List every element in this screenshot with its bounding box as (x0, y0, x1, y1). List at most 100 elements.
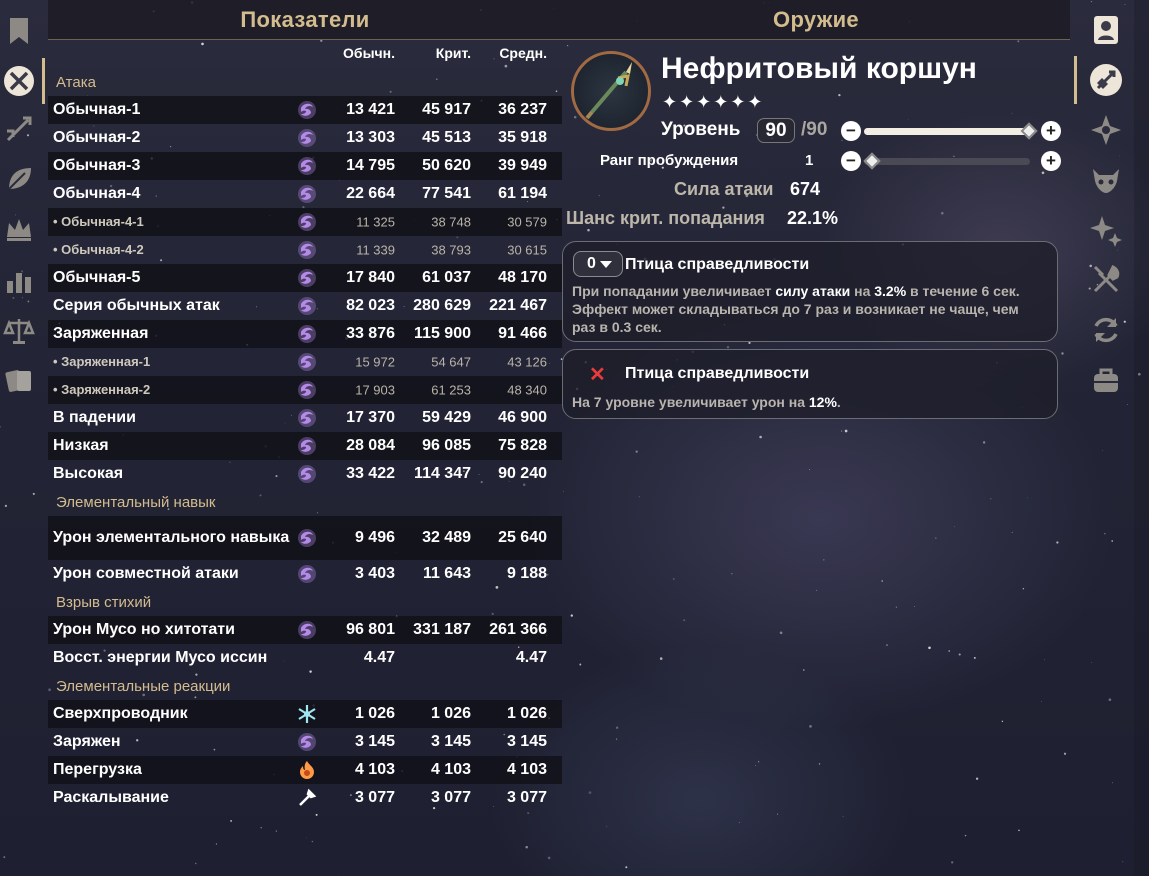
passive-effect-description-2: На 7 уровне увеличивает урон на 12%. (572, 393, 1042, 411)
description-text: на (850, 283, 875, 299)
crit-rate-value: 22.1% (787, 208, 839, 228)
stat-normal-value: 13 303 (346, 129, 395, 146)
demon-mask-icon[interactable] (1084, 158, 1128, 202)
stat-average-value: 1 026 (506, 705, 547, 722)
stat-normal-value: 4 103 (354, 761, 395, 778)
refinement-slider-knob[interactable] (863, 152, 881, 170)
scrollbar[interactable] (1134, 0, 1149, 876)
description-text: При попадании увеличивает (572, 283, 776, 299)
cryo-element-icon (297, 704, 317, 724)
utensils-icon[interactable] (1084, 258, 1128, 302)
star (615, 726, 619, 729)
polearm-icon (585, 62, 632, 120)
stat-crit-value: 114 347 (414, 465, 471, 482)
stacks-dropdown[interactable]: 0 (573, 251, 623, 277)
scales-icon[interactable] (0, 312, 38, 350)
star (759, 435, 762, 439)
stat-crit-value: 3 145 (430, 733, 471, 750)
refinement-increase-button[interactable]: + (1041, 151, 1061, 171)
stats-table: Атака Обычная-1 13 421 45 917 36 237 Обычная-… (48, 68, 562, 812)
highlighted-value: 3.2% (874, 283, 907, 299)
stat-crit-value: 50 620 (422, 157, 471, 174)
stat-row: • Обычная-4-1 11 325 38 748 30 579 (48, 208, 562, 236)
description-text: На 7 уровне увеличивает урон на (572, 394, 809, 410)
star (731, 573, 733, 575)
refinement-slider[interactable] (863, 152, 1030, 170)
bar-chart-icon[interactable] (0, 262, 38, 300)
stat-crit-value: 59 429 (422, 409, 471, 426)
passive-effect-description: При попадании увеличивает силу атаки на … (572, 282, 1042, 336)
cards-icon[interactable] (0, 362, 38, 400)
stat-crit-value: 3 077 (430, 789, 471, 806)
stat-row: Урон Мусо но хитотати 96 801 331 187 261 36… (48, 616, 562, 644)
electro-element-icon (297, 464, 317, 484)
column-header-crit: Крит. (435, 45, 471, 61)
stat-crit-value: 61 253 (431, 382, 471, 398)
star (579, 663, 582, 666)
section-title: Элементальный навык (56, 493, 216, 511)
star (547, 856, 551, 860)
sword-shield-icon[interactable] (1084, 58, 1128, 102)
spear-icon[interactable] (0, 110, 38, 148)
stat-row: Серия обычных атак 82 023 280 629 221 467 (48, 292, 562, 320)
level-decrease-button[interactable]: − (841, 121, 861, 141)
stat-normal-value: 11 339 (356, 242, 395, 258)
level-input[interactable]: 90 (757, 118, 795, 143)
star (606, 825, 608, 827)
level-max: /90 (801, 119, 828, 140)
leaf-icon[interactable] (0, 160, 38, 198)
stat-average-value: 48 170 (498, 269, 547, 286)
compass-star-icon[interactable] (1084, 108, 1128, 152)
crit-rate-label: Шанс крит. попадания (566, 208, 765, 228)
stat-average-value: 35 918 (498, 129, 547, 146)
star (948, 650, 951, 652)
electro-element-icon (297, 324, 317, 344)
crossed-swords-icon[interactable] (0, 62, 38, 100)
stats-panel-title: Показатели (48, 0, 562, 40)
stat-row: Обычная-5 17 840 61 037 48 170 (48, 264, 562, 292)
stat-row: Перегрузка 4 103 4 103 4 103 (48, 756, 562, 784)
highlighted-value: 12% (808, 394, 837, 410)
star (1056, 541, 1059, 544)
section-title: Взрыв стихий (56, 593, 152, 611)
bookmark-icon[interactable] (0, 12, 38, 50)
stat-label: Обычная-5 (53, 269, 141, 286)
stats-panel: Показатели Обычн. Крит. Средн. Атака Обыч… (48, 0, 562, 812)
star (954, 525, 955, 527)
stat-normal-value: 17 840 (346, 269, 395, 286)
refinement-decrease-button[interactable]: − (841, 151, 861, 171)
star (816, 589, 817, 591)
refresh-icon[interactable] (1084, 308, 1128, 352)
stat-label: В падении (53, 409, 136, 426)
star (195, 862, 197, 865)
star (754, 765, 757, 767)
stat-label: Заряженная (53, 325, 149, 342)
stat-average-value: 90 240 (498, 465, 547, 482)
column-header-average: Средн. (499, 45, 547, 61)
crown-icon[interactable] (0, 210, 38, 248)
level-slider-fill (864, 128, 1030, 135)
star (311, 840, 314, 843)
disabled-x-icon[interactable]: ✕ (589, 362, 606, 387)
electro-element-icon (297, 212, 317, 232)
weapon-portrait[interactable] (571, 51, 651, 131)
sparkles-icon[interactable] (1084, 208, 1128, 252)
stat-normal-value: 96 801 (346, 621, 395, 638)
stat-crit-value: 45 917 (422, 101, 471, 118)
stats-column-headers: Обычн. Крит. Средн. (48, 40, 562, 68)
stat-normal-value: 33 876 (346, 325, 395, 342)
star (1001, 720, 1004, 723)
star (230, 819, 233, 822)
level-increase-button[interactable]: + (1041, 121, 1061, 141)
level-slider-knob[interactable] (1020, 122, 1038, 140)
bag-icon[interactable] (1084, 358, 1128, 402)
stat-label: Обычная-4 (53, 185, 141, 202)
stat-average-value: 39 949 (498, 157, 547, 174)
character-portrait-icon[interactable] (1084, 8, 1128, 52)
stat-normal-value: 9 496 (354, 529, 395, 546)
stat-label: Перегрузка (53, 761, 142, 778)
refinement-label: Ранг пробуждения (600, 152, 739, 169)
stat-average-value: 61 194 (498, 185, 547, 202)
stat-row: Восст. энергии Мусо иссин 4.47 4.47 (48, 644, 562, 672)
level-slider[interactable] (864, 122, 1038, 140)
